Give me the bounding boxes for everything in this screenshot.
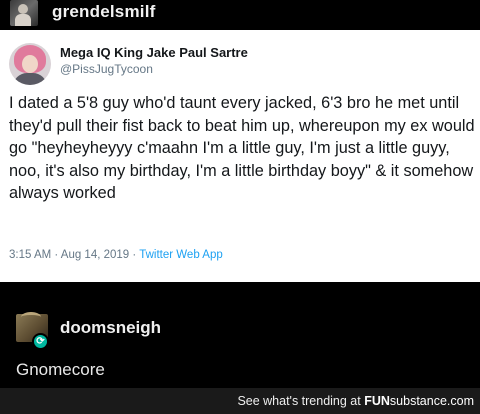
tweet-avatar (9, 43, 51, 85)
divider (0, 282, 480, 298)
tweet-text: I dated a 5'8 guy who'd taunt every jack… (9, 94, 475, 203)
tweet-handle: @PissJugTycoon (60, 62, 153, 76)
post-header: grendelsmilf (0, 0, 480, 30)
tweet-time: 3:15 AM · Aug 14, 2019 · (9, 249, 140, 261)
watermark-bar: See what's trending at FUNsubstance.com (0, 388, 480, 414)
watermark-prefix: See what's trending at (237, 394, 365, 408)
tweet-display-name: Mega IQ King Jake Paul Sartre (60, 45, 248, 60)
watermark-brand-rest: substance.com (389, 394, 474, 408)
post-username[interactable]: grendelsmilf (52, 2, 155, 22)
tweet-screenshot: Mega IQ King Jake Paul Sartre @PissJugTy… (0, 30, 480, 282)
reblog-text: Gnomecore (16, 360, 105, 379)
reblog-username[interactable]: doomsneigh (60, 318, 161, 338)
watermark-brand-bold: FUN (364, 394, 390, 408)
watermark: See what's trending at FUNsubstance.com (237, 394, 474, 408)
reblog-icon: ⟳ (32, 333, 49, 350)
tweet-app: Twitter Web App (139, 249, 223, 261)
avatar[interactable] (10, 0, 38, 26)
tweet-timestamp: 3:15 AM · Aug 14, 2019 · Twitter Web App (9, 249, 223, 261)
